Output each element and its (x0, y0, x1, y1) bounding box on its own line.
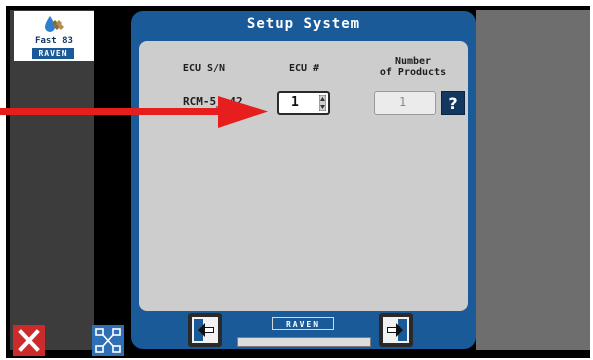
up-down-spinner-icon[interactable] (319, 95, 326, 111)
raven-drop-logo-icon (45, 16, 64, 32)
ecu-number-header: ECU # (288, 63, 320, 74)
number-of-products-value: 1 (399, 95, 407, 109)
logo-text: Fast 83 (35, 36, 73, 46)
close-icon (18, 329, 40, 352)
ecu-number-input[interactable]: 1 (277, 91, 330, 115)
number-of-products-header-line1: Number (394, 56, 432, 67)
number-of-products-header: Number of Products (367, 56, 459, 78)
ecu-number-value: 1 (291, 95, 299, 110)
number-of-products-field: 1 (374, 91, 436, 115)
back-arrow-icon (192, 317, 218, 343)
help-button[interactable]: ? (441, 91, 465, 115)
ecu-sn-header: ECU S/N (182, 63, 226, 74)
dialog-title: Setup System (246, 16, 361, 32)
annotation-arrow-icon (0, 96, 268, 128)
layout-icon (95, 328, 121, 353)
progress-bar (237, 337, 371, 347)
next-button[interactable] (379, 313, 413, 347)
logo-brand: RAVEN (32, 48, 74, 59)
setup-system-dialog: Setup System ECU S/N ECU # Number of Pro… (131, 11, 476, 349)
raven-brand-badge: RAVEN (272, 317, 334, 330)
dialog-content: ECU S/N ECU # Number of Products RCM-5__… (139, 41, 468, 311)
layout-button[interactable] (92, 325, 124, 356)
right-panel (476, 10, 590, 350)
next-arrow-icon (383, 317, 409, 343)
left-panel (10, 10, 94, 350)
close-button[interactable] (13, 325, 45, 356)
back-button[interactable] (188, 313, 222, 347)
number-of-products-header-line2: of Products (379, 67, 447, 78)
app-logo[interactable]: Fast 83 RAVEN (14, 11, 94, 61)
dialog-footer: RAVEN (131, 311, 476, 349)
